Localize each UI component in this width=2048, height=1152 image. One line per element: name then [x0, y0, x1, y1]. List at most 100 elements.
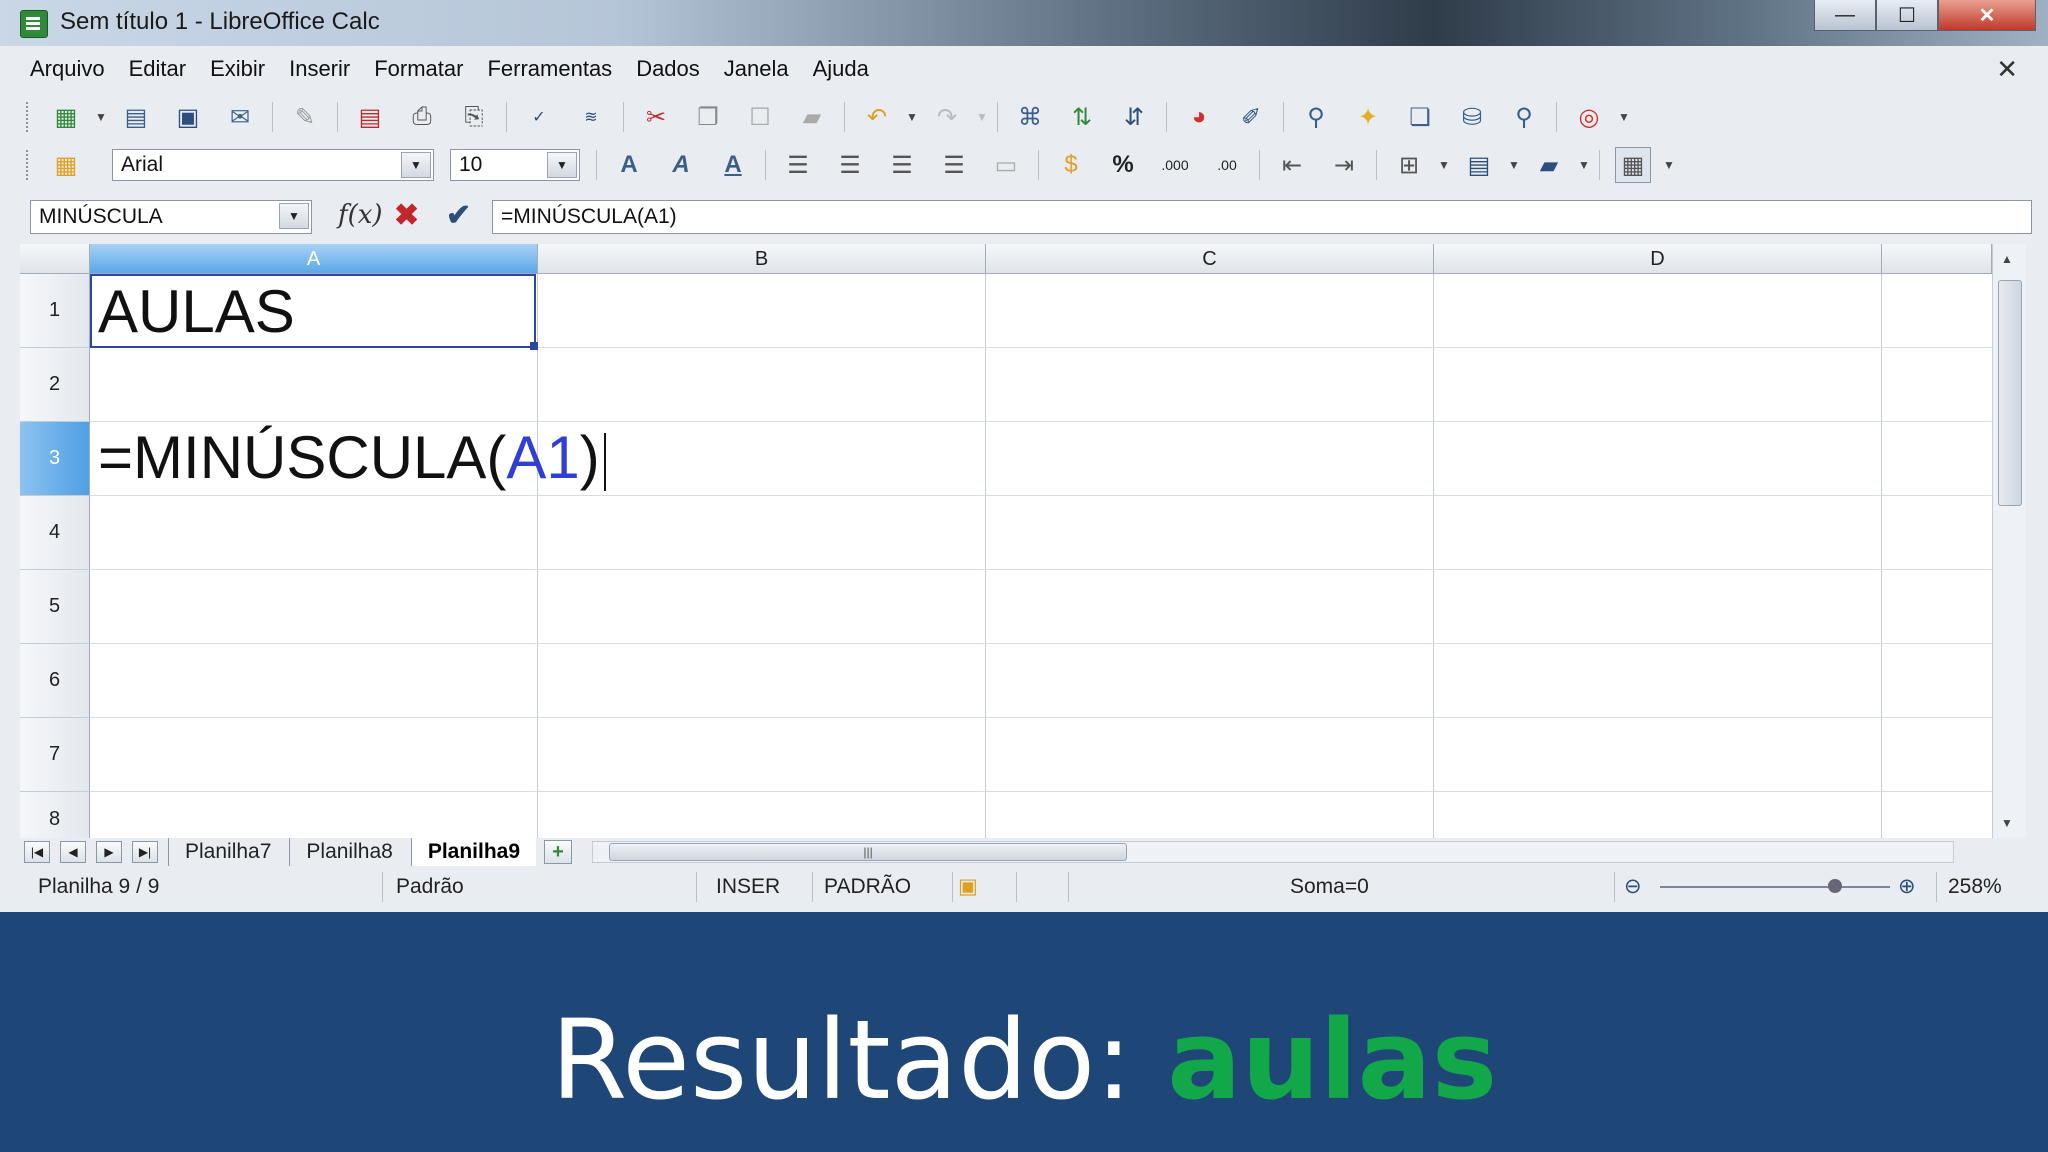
column-header-e[interactable]	[1882, 244, 1992, 274]
last-sheet-icon[interactable]: ▶|	[132, 841, 158, 863]
help-icon[interactable]: ◎	[1572, 100, 1606, 134]
sheet-tab-planilha9[interactable]: Planilha9	[410, 838, 537, 866]
zoom-level[interactable]: 258%	[1948, 874, 2002, 900]
sheet-tab-planilha8[interactable]: Planilha8	[289, 838, 408, 866]
align-right-icon[interactable]: ☰	[885, 148, 919, 182]
align-left-icon[interactable]: ☰	[781, 148, 815, 182]
name-box[interactable]: MINÚSCULA ▼	[30, 200, 312, 234]
zoom-icon[interactable]: ⚲	[1507, 100, 1541, 134]
underline-icon[interactable]: A	[716, 148, 750, 182]
document-modified-icon[interactable]: ▣	[958, 874, 978, 900]
vertical-scroll-thumb[interactable]	[1998, 280, 2022, 506]
data-sources-icon[interactable]: ⛁	[1455, 100, 1489, 134]
find-replace-icon[interactable]: ⚲	[1299, 100, 1333, 134]
chevron-down-icon[interactable]: ▼	[547, 152, 577, 178]
font-name-combo[interactable]: Arial ▼	[112, 149, 434, 181]
toolbar-grip[interactable]	[26, 102, 32, 132]
cell-a3-editing[interactable]: =MINÚSCULA(A1)	[98, 422, 606, 494]
menu-exibir[interactable]: Exibir	[210, 56, 265, 82]
row-header-2[interactable]: 2	[20, 348, 90, 422]
page-style[interactable]: Padrão	[396, 874, 464, 900]
menu-arquivo[interactable]: Arquivo	[30, 56, 105, 82]
select-all-corner[interactable]	[20, 244, 90, 274]
navigator-icon[interactable]: ✦	[1351, 100, 1385, 134]
zoom-in-icon[interactable]: ⊕	[1898, 874, 1916, 900]
accept-icon[interactable]: ✔	[446, 198, 471, 233]
print-icon[interactable]: ⎙	[405, 100, 439, 134]
cut-icon[interactable]: ✂	[639, 100, 673, 134]
spreadsheet-grid[interactable]: A B C D 1 2 3 4 5 6 7 8 AULAS =MINÚSCULA…	[20, 244, 1992, 838]
increase-indent-icon[interactable]: ⇥	[1327, 148, 1361, 182]
cancel-icon[interactable]: ✖	[394, 198, 419, 233]
sheet-tab-planilha7[interactable]: Planilha7	[168, 838, 287, 866]
redo-dropdown-icon[interactable]: ▼	[975, 100, 989, 134]
row-header-1[interactable]: 1	[20, 274, 90, 348]
column-header-a[interactable]: A	[90, 244, 538, 274]
first-sheet-icon[interactable]: |◀	[24, 841, 50, 863]
horizontal-scrollbar[interactable]: |||	[592, 841, 1955, 863]
horizontal-scroll-thumb[interactable]: |||	[609, 843, 1128, 861]
sort-descending-icon[interactable]: ⇵	[1117, 100, 1151, 134]
menu-janela[interactable]: Janela	[724, 56, 789, 82]
column-header-d[interactable]: D	[1434, 244, 1882, 274]
scroll-down-icon[interactable]: ▼	[2001, 816, 2013, 830]
save-icon[interactable]: ▣	[171, 100, 205, 134]
new-dropdown-icon[interactable]: ▼	[94, 100, 108, 134]
borders-dropdown-icon[interactable]: ▼	[1437, 148, 1451, 182]
chevron-down-icon[interactable]: ▼	[401, 152, 431, 178]
sort-ascending-icon[interactable]: ⇅	[1065, 100, 1099, 134]
font-color-icon[interactable]: ▰	[1532, 148, 1566, 182]
menu-inserir[interactable]: Inserir	[289, 56, 350, 82]
chevron-down-icon[interactable]: ▼	[279, 203, 309, 229]
spellcheck-icon[interactable]: ✓	[522, 100, 556, 134]
zoom-slider-handle[interactable]	[1828, 879, 1842, 893]
selection-mode[interactable]: PADRÃO	[824, 874, 911, 900]
menu-formatar[interactable]: Formatar	[374, 56, 463, 82]
previous-sheet-icon[interactable]: ◀	[60, 841, 86, 863]
toolbar-overflow-icon[interactable]: ▼	[1617, 100, 1631, 134]
chart-icon[interactable]: ◕	[1182, 100, 1216, 134]
align-center-icon[interactable]: ☰	[833, 148, 867, 182]
print-preview-icon[interactable]: ⎘	[457, 100, 491, 134]
hyperlink-icon[interactable]: ⌘	[1013, 100, 1047, 134]
row-header-7[interactable]: 7	[20, 718, 90, 792]
decrease-indent-icon[interactable]: ⇤	[1275, 148, 1309, 182]
show-draw-functions-icon[interactable]: ✐	[1234, 100, 1268, 134]
background-dropdown-icon[interactable]: ▼	[1507, 148, 1521, 182]
formula-input[interactable]: =MINÚSCULA(A1)	[492, 200, 2032, 234]
row-header-3[interactable]: 3	[20, 422, 90, 496]
clone-format-icon[interactable]: ▰	[795, 100, 829, 134]
new-document-icon[interactable]: ▦	[49, 100, 83, 134]
close-window-button[interactable]: ✕	[1938, 0, 2036, 31]
percent-format-icon[interactable]: %	[1106, 148, 1140, 182]
add-sheet-icon[interactable]: +	[544, 840, 573, 864]
font-size-combo[interactable]: 10 ▼	[450, 149, 580, 181]
column-header-c[interactable]: C	[986, 244, 1434, 274]
export-pdf-icon[interactable]: ▤	[353, 100, 387, 134]
vertical-scrollbar[interactable]: ▲ ▼	[1992, 244, 2026, 838]
paste-icon[interactable]: ☐	[743, 100, 777, 134]
row-header-4[interactable]: 4	[20, 496, 90, 570]
function-wizard-icon[interactable]: f(x)	[338, 200, 383, 230]
insert-mode[interactable]: INSER	[716, 874, 780, 900]
bold-icon[interactable]: A	[612, 148, 646, 182]
menu-dados[interactable]: Dados	[636, 56, 700, 82]
autofill-handle[interactable]	[530, 342, 538, 350]
edit-file-icon[interactable]: ✎	[288, 100, 322, 134]
styles-icon[interactable]: ▦	[49, 148, 83, 182]
row-header-5[interactable]: 5	[20, 570, 90, 644]
menu-ajuda[interactable]: Ajuda	[813, 56, 869, 82]
copy-icon[interactable]: ❐	[691, 100, 725, 134]
add-decimal-icon[interactable]: .000	[1158, 148, 1192, 182]
background-color-icon[interactable]: ▤	[1462, 148, 1496, 182]
gallery-icon[interactable]: ❏	[1403, 100, 1437, 134]
scroll-up-icon[interactable]: ▲	[2001, 252, 2013, 266]
merge-cells-icon[interactable]: ▭	[989, 148, 1023, 182]
redo-icon[interactable]: ↷	[930, 100, 964, 134]
column-header-b[interactable]: B	[538, 244, 986, 274]
close-document-icon[interactable]: ✕	[1996, 54, 2018, 85]
currency-format-icon[interactable]: $	[1054, 148, 1088, 182]
minimize-button[interactable]: —	[1814, 0, 1876, 31]
menu-ferramentas[interactable]: Ferramentas	[487, 56, 612, 82]
zoom-out-icon[interactable]: ⊖	[1624, 874, 1642, 900]
